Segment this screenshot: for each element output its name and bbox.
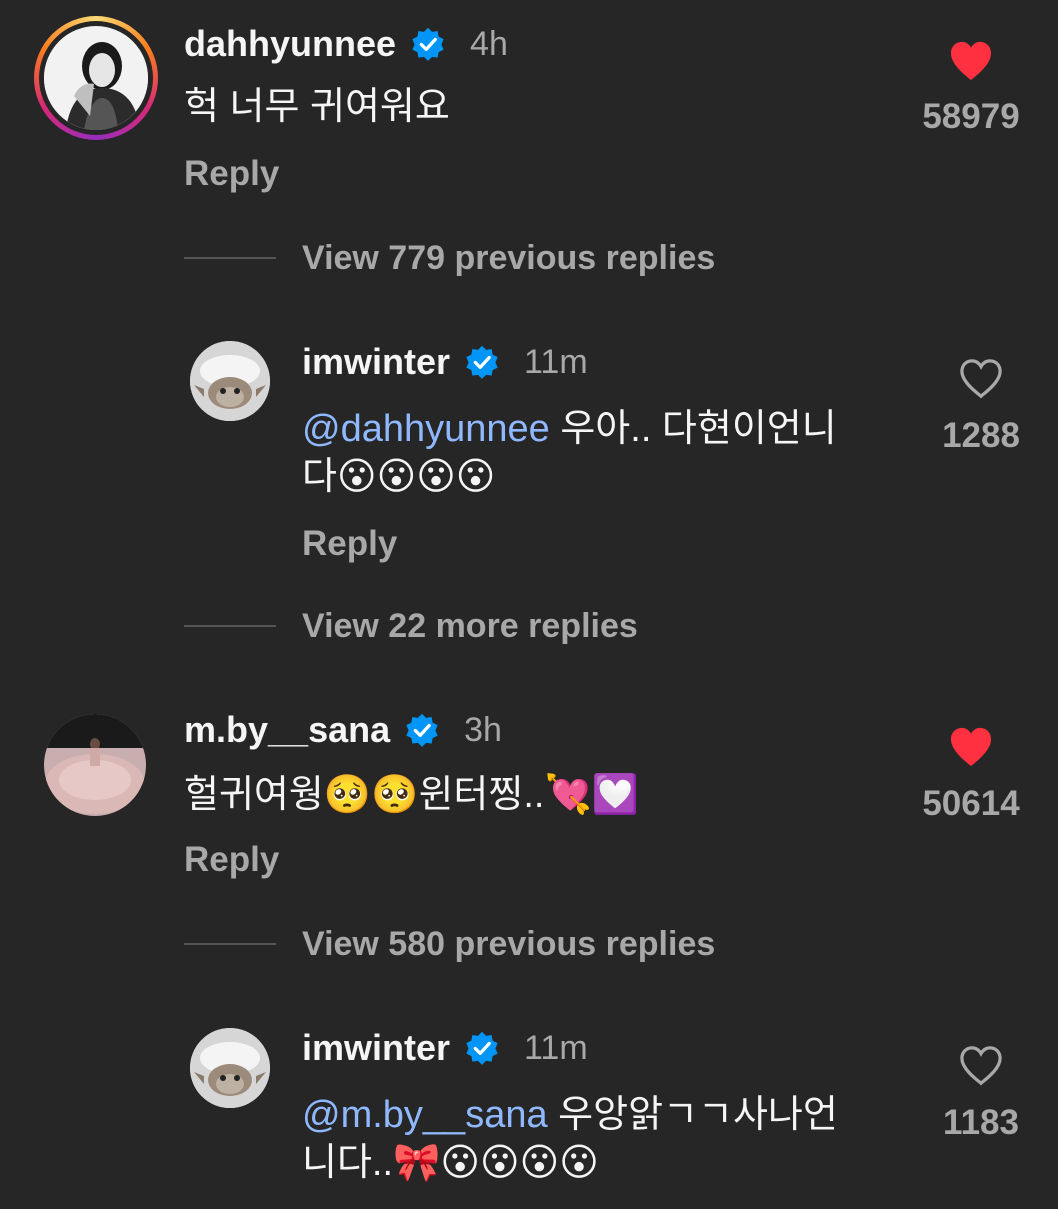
comment-header: m.by__sana 3h [184,708,502,752]
like-count: 1183 [943,1103,1019,1142]
comment-text: 헐귀여웡🥺🥺윈터찡..💘💟 [184,774,640,816]
comment-header: dahhyunnee 4h [184,22,508,66]
lamb-character-icon [190,1028,270,1108]
comment-text: 헉 너무 귀여워요 [184,86,450,128]
reply-imwinter-1: imwinter 11m @dahhyunnee 우아.. 다현이언니 다😮😮😮… [0,330,1058,570]
story-ring-avatar[interactable] [34,16,158,140]
like-count: 58979 [922,97,1020,136]
reply-header: imwinter 11m [302,340,588,384]
avatar[interactable] [190,1028,270,1108]
username[interactable]: dahhyunnee [184,23,396,65]
reply-text-line2: 니다..🎀😮😮😮😮 [302,1142,599,1184]
timestamp: 3h [464,710,502,749]
view-previous-replies-button[interactable]: View 779 previous replies [302,239,715,278]
like-count: 1288 [942,416,1020,455]
timestamp: 4h [470,24,508,63]
person-photo-icon [44,26,148,130]
heart-outline-icon[interactable] [958,1045,1004,1087]
username[interactable]: imwinter [302,1027,450,1069]
reply-button[interactable]: Reply [184,840,279,880]
timestamp: 11m [524,342,588,381]
divider-line [184,943,276,945]
heart-filled-icon[interactable] [948,726,994,768]
avatar[interactable] [190,341,270,421]
username[interactable]: imwinter [302,341,450,383]
heart-outline-icon[interactable] [958,358,1004,400]
timestamp: 11m [524,1028,588,1067]
mention-link[interactable]: @dahhyunnee [302,408,550,450]
comment-m-by-sana: m.by__sana 3h 헐귀여웡🥺🥺윈터찡..💘💟 Reply 50614 [0,700,1058,900]
reply-text: @dahhyunnee 우아.. 다현이언니 [302,406,837,452]
verified-badge-icon [466,345,498,379]
verified-badge-icon [412,27,444,61]
reply-button[interactable]: Reply [184,154,279,194]
comment-dahhyunnee: dahhyunnee 4h 헉 너무 귀여워요 Reply 58979 [0,0,1058,200]
divider-line [184,625,276,627]
divider-line [184,257,276,259]
reply-imwinter-2: imwinter 11m @m.by__sana 우앙앍ㄱㄱ사나언 니다..🎀😮… [0,1017,1058,1209]
reply-text: @m.by__sana 우앙앍ㄱㄱ사나언 [302,1092,838,1138]
reply-text-line1: 우아.. 다현이언니 [549,408,837,450]
avatar[interactable] [44,714,146,816]
username[interactable]: m.by__sana [184,709,390,751]
reply-header: imwinter 11m [302,1026,588,1070]
verified-badge-icon [406,713,438,747]
view-previous-replies-button[interactable]: View 580 previous replies [302,925,715,964]
mention-link[interactable]: @m.by__sana [302,1094,548,1136]
heart-filled-icon[interactable] [948,40,994,82]
reply-text-line1: 우앙앍ㄱㄱ사나언 [547,1094,838,1136]
dress-photo-icon [44,714,146,816]
lamb-character-icon [190,341,270,421]
view-more-replies-button[interactable]: View 22 more replies [302,607,638,646]
verified-badge-icon [466,1031,498,1065]
reply-button[interactable]: Reply [302,524,397,564]
like-count: 50614 [922,784,1020,823]
reply-text-line2: 다😮😮😮😮 [302,456,496,498]
